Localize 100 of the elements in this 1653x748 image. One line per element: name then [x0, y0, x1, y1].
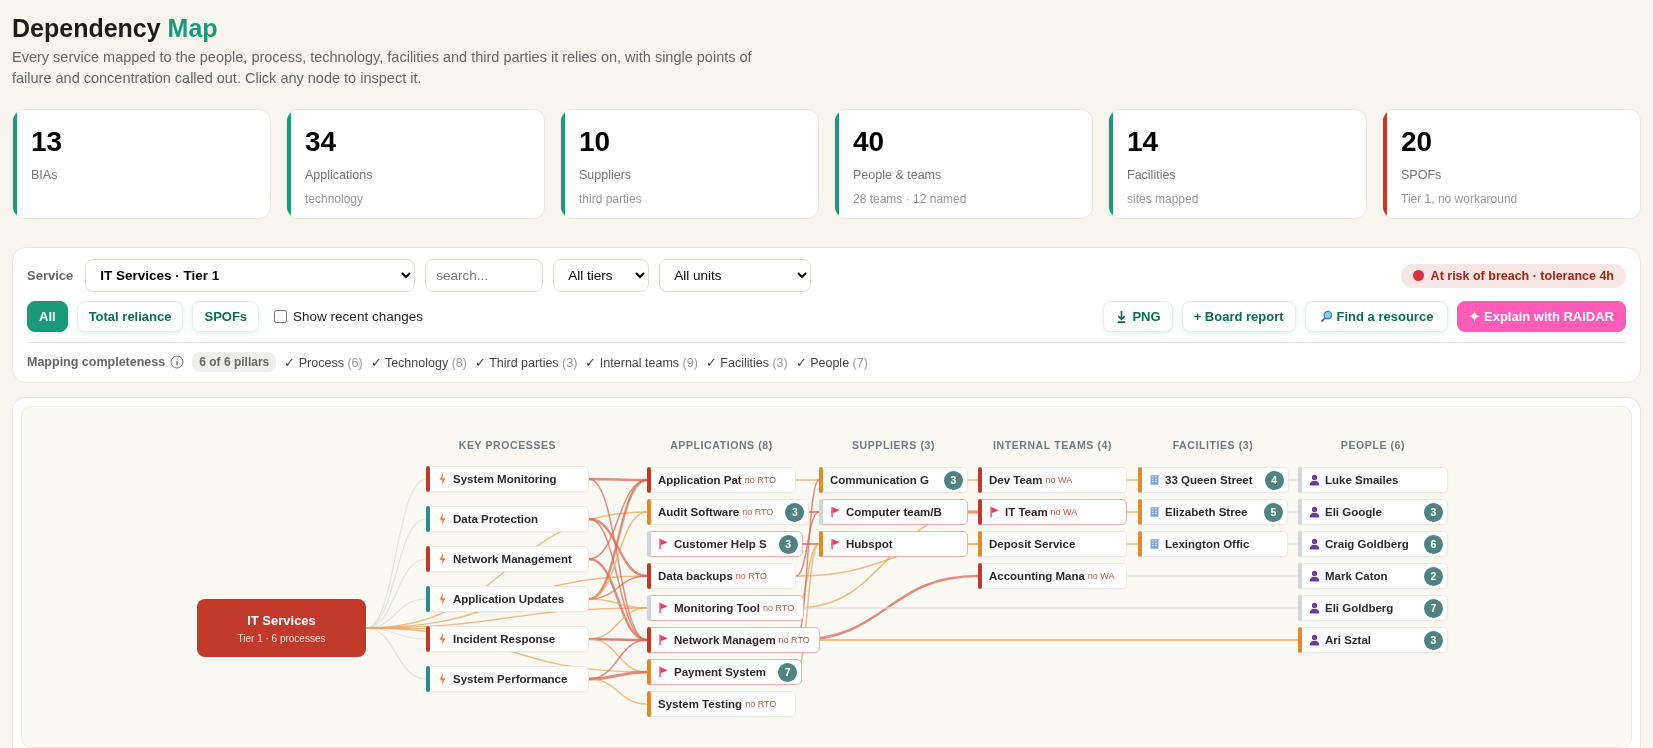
count-badge: 3 [778, 534, 798, 554]
dependency-node[interactable]: Ari Sztal 3 [1298, 627, 1448, 653]
count-badge: 3 [785, 502, 805, 522]
node-note: no RTO [744, 475, 776, 485]
dependency-node[interactable]: Network Management [426, 546, 589, 572]
dependency-node[interactable]: System Monitoring [426, 466, 589, 492]
risk-text: At risk of breach · tolerance 4h [1430, 268, 1614, 283]
dependency-node[interactable]: Mark Caton 2 [1298, 563, 1448, 589]
node-label: Data backups [658, 570, 733, 582]
action-button[interactable]: Find a resource [1304, 301, 1449, 332]
column-header: SUPPLIERS (3) [850, 439, 937, 451]
dependency-node[interactable]: Payment System 7 [647, 659, 803, 685]
service-node[interactable]: IT Services Tier 1 · 6 processes [197, 599, 366, 657]
count-badge: 3 [1424, 502, 1443, 522]
node-label: IT Team [1005, 506, 1048, 518]
dependency-node[interactable]: Audit Software no RTO 3 [647, 499, 810, 525]
dependency-node[interactable]: Eli Google 3 [1298, 499, 1448, 525]
stat-value: 34 [305, 126, 337, 158]
node-label: Eli Google [1325, 506, 1382, 518]
page-title: Dependency Map [12, 14, 219, 43]
node-label: Deposit Service [989, 538, 1076, 550]
dependency-node[interactable]: Dev Team no WA [978, 467, 1127, 493]
dependency-node[interactable]: Incident Response [426, 626, 589, 652]
dependency-node[interactable]: System Performance [426, 666, 589, 692]
node-label: Application Pat [658, 474, 742, 486]
count-badge: 2 [1424, 566, 1443, 586]
node-label: Dev Team [989, 474, 1043, 486]
dependency-node[interactable]: Accounting Mana no WA [978, 563, 1127, 589]
node-note: no RTO [735, 571, 767, 581]
dependency-node[interactable]: 33 Queen Street 4 [1138, 467, 1289, 493]
count-badge: 5 [1264, 502, 1283, 522]
stat-value: 10 [579, 126, 611, 158]
count-badge: 7 [778, 662, 798, 682]
dependency-node[interactable]: Craig Goldberg 6 [1298, 531, 1448, 557]
dependency-node[interactable]: Data backups no RTO [647, 563, 796, 589]
action-button[interactable]: PNG [1103, 301, 1173, 332]
filter-chip[interactable]: SPOFs [192, 301, 260, 332]
stat-label: BIAs [31, 168, 58, 182]
column-header: FACILITIES (3) [1171, 439, 1255, 451]
node-label: Data Protection [453, 513, 538, 525]
node-label: 33 Queen Street [1165, 474, 1253, 486]
action-button[interactable]: + Board report [1181, 301, 1296, 332]
pillar-status: ✓ Technology (8) [370, 354, 467, 370]
node-label: Audit Software [658, 506, 740, 518]
dependency-node[interactable]: Hubspot [819, 531, 968, 557]
node-label: Communication G [830, 474, 930, 486]
dependency-node[interactable]: Eli Goldberg 7 [1298, 595, 1448, 621]
dependency-node[interactable]: Application Updates [426, 586, 589, 612]
dependency-node[interactable]: Network Managem no RTO [647, 627, 820, 653]
node-label: Ari Sztal [1325, 634, 1371, 646]
tier-select[interactable]: All tiers [553, 259, 650, 292]
dependency-node[interactable]: System Testing no RTO [647, 691, 796, 717]
node-label: Payment System [674, 666, 767, 678]
pillar-status: ✓ Process (6) [284, 354, 363, 370]
stat-subtitle: technology [305, 192, 364, 206]
stat-value: 14 [1127, 126, 1159, 158]
column-header: KEY PROCESSES [457, 439, 558, 451]
node-note: no RTO [778, 635, 810, 645]
search-field[interactable]: search... [425, 259, 544, 292]
node-label: Eli Goldberg [1325, 602, 1394, 614]
service-label: Service [27, 268, 74, 283]
pillar-status: ✓ Internal teams (9) [585, 354, 698, 370]
stat-label: Applications [305, 168, 373, 182]
node-label: Monitoring Tool [674, 602, 760, 614]
node-label: Computer team/B [846, 506, 942, 518]
dependency-node[interactable]: Customer Help S 3 [647, 531, 803, 557]
dependency-node[interactable]: Lexington Offic [1138, 531, 1288, 557]
filter-chip[interactable]: All [27, 301, 68, 332]
unit-select[interactable]: All units [659, 259, 812, 292]
node-label: Craig Goldberg [1325, 538, 1409, 550]
node-label: System Testing [658, 698, 743, 710]
service-subtitle: Tier 1 · 6 processes [237, 632, 326, 644]
dependency-node[interactable]: Data Protection [426, 506, 589, 532]
stat-subtitle: third parties [579, 192, 642, 206]
service-select[interactable]: IT Services · Tier 1 [85, 259, 416, 292]
count-badge: 3 [944, 470, 963, 490]
node-label: Elizabeth Stree [1165, 506, 1248, 518]
stat-label: SPOFs [1401, 168, 1442, 182]
dependency-node[interactable]: Communication G 3 [819, 467, 968, 493]
node-label: Mark Caton [1325, 570, 1388, 582]
column-header: PEOPLE (6) [1339, 439, 1407, 451]
node-note: no RTO [742, 507, 774, 517]
node-note: no WA [1050, 507, 1078, 517]
count-badge: 7 [1424, 598, 1443, 618]
count-badge: 3 [1424, 630, 1443, 650]
dependency-node[interactable]: Elizabeth Stree 5 [1138, 499, 1288, 525]
node-note: no RTO [745, 699, 777, 709]
node-note: no RTO [763, 603, 795, 613]
stat-label: People & teams [853, 168, 942, 182]
dependency-node[interactable]: Computer team/B [819, 499, 968, 525]
stat-value: 20 [1401, 126, 1433, 158]
node-note: no WA [1045, 475, 1073, 485]
dependency-node[interactable]: IT Team no WA [978, 499, 1127, 525]
dependency-node[interactable]: Monitoring Tool no RTO [647, 595, 805, 621]
node-label: System Performance [453, 673, 568, 685]
service-name: IT Services [247, 612, 316, 628]
filter-chip[interactable]: Total reliance [76, 301, 184, 332]
dependency-node[interactable]: Luke Smailes [1298, 467, 1448, 493]
dependency-node[interactable]: Deposit Service [978, 531, 1127, 557]
dependency-node[interactable]: Application Pat no RTO [647, 467, 796, 493]
